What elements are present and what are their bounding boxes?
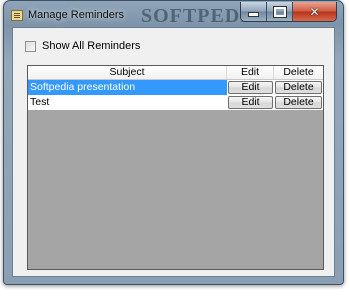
table-row[interactable]: Test Edit Delete bbox=[28, 95, 323, 110]
minimize-button[interactable] bbox=[241, 2, 267, 21]
maximize-button[interactable] bbox=[267, 2, 293, 21]
notepad-icon bbox=[11, 10, 23, 21]
column-header-delete[interactable]: Delete bbox=[274, 66, 323, 79]
table-header: Subject Edit Delete bbox=[28, 66, 323, 80]
delete-button[interactable]: Delete bbox=[275, 96, 322, 109]
column-header-edit[interactable]: Edit bbox=[227, 66, 274, 79]
delete-cell: Delete bbox=[274, 95, 323, 110]
show-all-reminders-option[interactable]: Show All Reminders bbox=[25, 40, 140, 52]
show-all-reminders-label: Show All Reminders bbox=[42, 40, 141, 52]
delete-button[interactable]: Delete bbox=[275, 81, 322, 94]
edit-cell: Edit bbox=[227, 95, 274, 110]
window-title: Manage Reminders bbox=[28, 9, 124, 21]
reminders-table: Subject Edit Delete Softpedia presentati… bbox=[27, 65, 324, 270]
subject-cell[interactable]: Test bbox=[28, 95, 227, 110]
table-empty-area bbox=[28, 110, 323, 269]
window-controls: ✕ bbox=[240, 2, 337, 22]
show-all-reminders-checkbox[interactable] bbox=[25, 40, 36, 52]
close-button[interactable]: ✕ bbox=[293, 2, 336, 21]
column-header-subject[interactable]: Subject bbox=[28, 66, 227, 79]
table-row[interactable]: Softpedia presentation Edit Delete bbox=[28, 80, 323, 95]
close-icon: ✕ bbox=[309, 4, 320, 19]
edit-button[interactable]: Edit bbox=[228, 81, 273, 94]
edit-button[interactable]: Edit bbox=[228, 96, 273, 109]
maximize-icon bbox=[272, 5, 287, 18]
edit-cell: Edit bbox=[227, 80, 274, 95]
delete-cell: Delete bbox=[274, 80, 323, 95]
subject-cell[interactable]: Softpedia presentation bbox=[28, 80, 227, 95]
title-bar[interactable]: Manage Reminders SOFTPEDIA ✕ bbox=[4, 1, 343, 27]
manage-reminders-window: Manage Reminders SOFTPEDIA ✕ Show All Re… bbox=[3, 0, 344, 285]
dialog-content: Show All Reminders Subject Edit Delete S… bbox=[12, 27, 335, 277]
minimize-icon bbox=[248, 12, 259, 17]
